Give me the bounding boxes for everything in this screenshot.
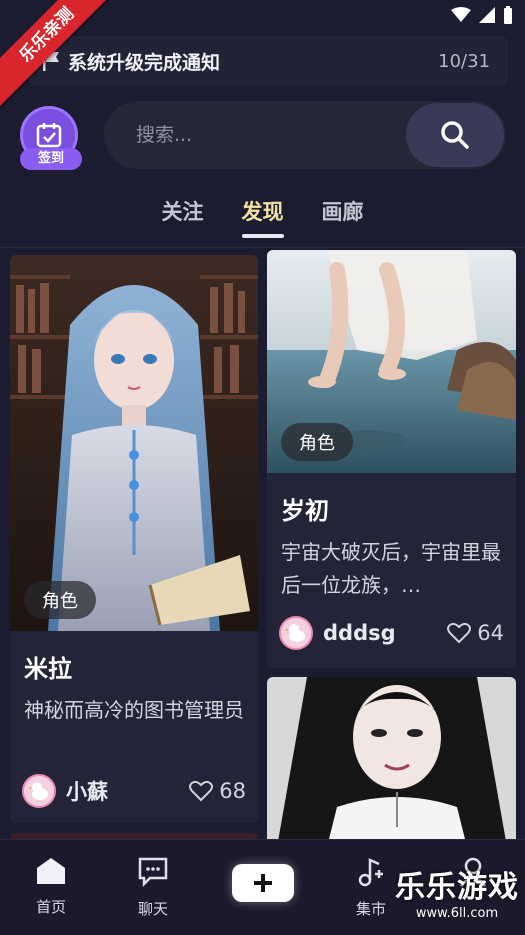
notice-count: 10/31 xyxy=(438,50,490,72)
notice-title: 系统升级完成通知 xyxy=(68,51,221,74)
checkin-button[interactable]: 签到 xyxy=(20,106,82,170)
battery-icon xyxy=(504,6,512,24)
music-note-icon xyxy=(358,858,383,887)
nav-chat[interactable]: 聊天 xyxy=(118,856,188,919)
tab-gallery[interactable]: 画廊 xyxy=(322,196,364,236)
character-card-suichu[interactable]: 角色 岁初 宇宙大破灭后，宇宙里最后一位龙族，… dddsg 64 xyxy=(267,250,516,668)
card-description: 神秘而高冷的图书管理员 xyxy=(24,698,244,722)
card-artwork xyxy=(267,677,516,847)
chat-icon xyxy=(138,857,168,888)
nav-home-label: 首页 xyxy=(35,898,66,916)
duck-icon xyxy=(28,782,48,800)
tab-discover[interactable]: 发现 xyxy=(241,196,284,238)
card-title: 岁初 xyxy=(281,497,329,525)
search-bar xyxy=(104,101,506,169)
card-tag: 角色 xyxy=(281,423,353,461)
nav-home[interactable]: 首页 xyxy=(16,856,86,917)
like-button[interactable]: 68 xyxy=(189,779,246,803)
card-meta: 小蘇 68 xyxy=(10,774,258,808)
plus-icon xyxy=(254,874,272,892)
search-button[interactable] xyxy=(406,103,504,167)
card-image: 角色 xyxy=(10,255,258,631)
like-button[interactable]: 64 xyxy=(447,621,504,645)
signal-icon xyxy=(479,7,495,23)
card-artwork xyxy=(10,255,258,631)
tabs-divider xyxy=(0,247,525,248)
card-image: 角色 xyxy=(267,250,516,473)
character-card-third[interactable] xyxy=(267,677,516,847)
card-tag: 角色 xyxy=(24,581,96,619)
duck-icon xyxy=(285,624,305,642)
notice-bar[interactable]: 系统升级完成通知 10/31 xyxy=(28,36,508,86)
author-name[interactable]: dddsg xyxy=(323,621,447,645)
tab-follow[interactable]: 关注 xyxy=(162,196,204,236)
card-description: 宇宙大破灭后，宇宙里最后一位龙族，… xyxy=(281,540,501,597)
card-title: 米拉 xyxy=(24,655,72,683)
site-watermark: 乐乐游戏 www.6ll.com xyxy=(395,862,519,921)
avatar[interactable] xyxy=(279,616,313,650)
watermark-url: www.6ll.com xyxy=(415,906,499,921)
nav-chat-label: 聊天 xyxy=(137,900,168,918)
add-button[interactable] xyxy=(232,864,294,902)
wifi-icon xyxy=(451,7,471,22)
search-icon xyxy=(441,121,469,149)
character-card-mila[interactable]: 角色 米拉 神秘而高冷的图书管理员 小蘇 68 xyxy=(10,255,258,823)
like-count: 68 xyxy=(219,779,246,803)
watermark-title: 乐乐游戏 xyxy=(395,870,519,905)
card-meta: dddsg 64 xyxy=(267,616,516,650)
heart-icon xyxy=(447,622,472,644)
home-icon xyxy=(37,858,65,884)
heart-icon xyxy=(189,780,214,802)
like-count: 64 xyxy=(477,621,504,645)
author-name[interactable]: 小蘇 xyxy=(66,776,189,806)
checkin-label: 签到 xyxy=(20,148,82,170)
avatar[interactable] xyxy=(22,774,56,808)
search-input[interactable] xyxy=(104,124,404,146)
feed-tabs: 关注 发现 画廊 xyxy=(0,196,525,238)
calendar-check-icon xyxy=(36,123,62,148)
